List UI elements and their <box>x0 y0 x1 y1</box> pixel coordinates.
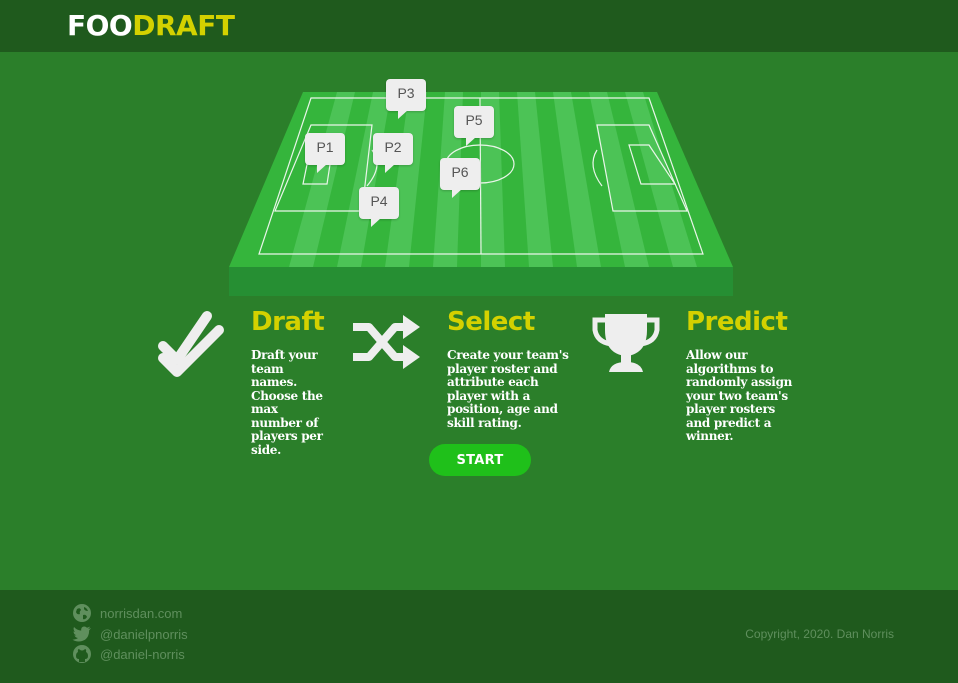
twitter-link[interactable]: @danielpnorris <box>72 624 188 644</box>
logo-text-foo: FOO <box>67 9 133 42</box>
github-icon <box>73 645 91 663</box>
footer: norrisdan.com @danielpnorris @daniel-nor… <box>0 590 958 683</box>
website-link-label: norrisdan.com <box>100 605 183 621</box>
twitter-icon <box>72 626 91 642</box>
copyright-text: Copyright, 2020. Dan Norris <box>745 627 894 641</box>
feature-text-predict: Allow our algorithms to randomly assign … <box>686 348 793 443</box>
trophy-icon <box>591 312 661 379</box>
github-link[interactable]: @daniel-norris <box>72 644 185 664</box>
website-link[interactable]: norrisdan.com <box>72 603 182 623</box>
soccer-pitch-illustration: P1 P2 P3 P4 P5 P6 <box>229 79 733 296</box>
player-marker-p6[interactable]: P6 <box>440 158 480 198</box>
player-marker-p1[interactable]: P1 <box>305 133 345 173</box>
feature-text-draft: Draft your team names. Choose the max nu… <box>251 348 323 457</box>
github-link-label: @daniel-norris <box>100 646 185 662</box>
player-marker-p5[interactable]: P5 <box>454 106 494 146</box>
feature-title-select: Select <box>447 307 535 337</box>
globe-icon <box>73 604 91 622</box>
player-marker-p3[interactable]: P3 <box>386 79 426 119</box>
start-button[interactable]: START <box>429 444 531 476</box>
double-check-icon <box>155 308 225 383</box>
logo[interactable]: FOODRAFT <box>67 9 235 42</box>
player-marker-p2[interactable]: P2 <box>373 133 413 173</box>
feature-title-draft: Draft <box>251 307 325 337</box>
feature-title-predict: Predict <box>686 307 788 337</box>
top-header: FOODRAFT <box>0 0 958 52</box>
twitter-link-label: @danielpnorris <box>100 626 188 642</box>
player-marker-p4[interactable]: P4 <box>359 187 399 227</box>
shuffle-icon <box>351 312 421 377</box>
feature-text-select: Create your team's player roster and att… <box>447 348 569 430</box>
logo-text-draft: DRAFT <box>132 9 235 42</box>
